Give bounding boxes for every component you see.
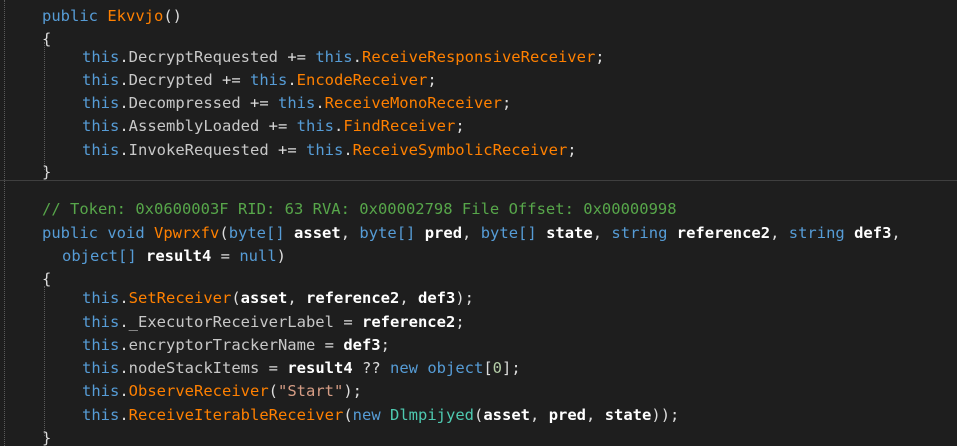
ctor-statement[interactable]: this.InvokeRequested += this.ReceiveSymb… xyxy=(82,139,577,162)
this-keyword: this xyxy=(305,141,344,159)
field-name[interactable]: _ExecutorReceiverLabel xyxy=(129,313,334,331)
arg: def3 xyxy=(418,289,456,307)
param-type: object[] xyxy=(62,247,137,265)
ctor-statement[interactable]: this.AssemblyLoaded += this.FindReceiver… xyxy=(82,115,465,138)
method-statement[interactable]: this._ExecutorReceiverLabel = reference2… xyxy=(82,311,465,334)
method-statement[interactable]: this.nodeStackItems = result4 ?? new obj… xyxy=(82,357,521,380)
this-keyword: this xyxy=(82,406,120,424)
method-statement[interactable]: this.SetReceiver(asset, reference2, def3… xyxy=(82,287,474,310)
this-keyword: this xyxy=(82,117,120,135)
ctor-statement[interactable]: this.Decompressed += this.ReceiveMonoRec… xyxy=(82,92,511,115)
default-value: null xyxy=(239,247,277,265)
arg: state xyxy=(604,406,652,424)
handler-name[interactable]: ReceiveSymbolicReceiver xyxy=(353,141,568,159)
brace: { xyxy=(42,30,52,48)
ctor-name[interactable]: Ekvvjo xyxy=(107,7,163,25)
this-keyword: this xyxy=(82,336,120,354)
this-keyword: this xyxy=(82,289,120,307)
param-name[interactable]: state xyxy=(546,224,593,242)
method-call[interactable]: SetReceiver xyxy=(129,289,232,307)
this-keyword: this xyxy=(82,48,120,66)
this-keyword: this xyxy=(250,71,288,89)
event-name[interactable]: DecryptRequested xyxy=(129,48,278,66)
method-signature[interactable]: public void Vpwrxfv(byte[] asset, byte[]… xyxy=(42,222,901,245)
indent-guide xyxy=(44,42,45,170)
ctor-open-brace: { xyxy=(42,28,51,51)
this-keyword: this xyxy=(82,71,120,89)
ctor-signature[interactable]: public Ekvvjo() xyxy=(42,5,182,28)
param-name[interactable]: def3 xyxy=(854,224,891,242)
ctor-statement[interactable]: this.DecryptRequested += this.ReceiveRes… xyxy=(82,46,605,69)
assigned-value: def3 xyxy=(343,336,381,354)
brace: } xyxy=(42,163,52,181)
method-close-brace: } xyxy=(42,427,51,446)
handler-name[interactable]: FindReceiver xyxy=(343,117,455,135)
modifier-keyword: public xyxy=(42,7,98,25)
field-name[interactable]: encryptorTrackerName xyxy=(129,336,316,354)
arg: pred xyxy=(548,406,587,424)
this-keyword: this xyxy=(277,94,316,112)
brace: } xyxy=(42,429,52,446)
this-keyword: this xyxy=(82,94,120,112)
this-keyword: this xyxy=(315,48,353,66)
param-type: byte[] xyxy=(480,224,537,242)
arg: asset xyxy=(483,406,531,424)
method-open-brace: { xyxy=(42,268,51,291)
method-statement[interactable]: this.encryptorTrackerName = def3; xyxy=(82,334,390,357)
member-separator xyxy=(0,180,957,181)
token-comment: // Token: 0x0600003F RID: 63 RVA: 0x0000… xyxy=(42,200,677,218)
param-type: string xyxy=(788,224,845,242)
assigned-value: result4 xyxy=(287,359,353,377)
param-type: byte[] xyxy=(228,224,285,242)
method-statement[interactable]: this.ObserveReceiver("Start"); xyxy=(82,380,362,403)
method-name[interactable]: Vpwrxfv xyxy=(154,224,219,242)
handler-name[interactable]: EncodeReceiver xyxy=(297,71,428,89)
param-name[interactable]: reference2 xyxy=(677,224,770,242)
method-signature-cont[interactable]: object[] result4 = null) xyxy=(62,245,286,268)
ctor-statement[interactable]: this.Decrypted += this.EncodeReceiver; xyxy=(82,69,437,92)
code-editor[interactable]: public Ekvvjo() { this.DecryptRequested … xyxy=(0,0,957,446)
handler-name[interactable]: ReceiveMonoReceiver xyxy=(325,94,502,112)
event-name[interactable]: AssemblyLoaded xyxy=(129,117,260,135)
param-name[interactable]: pred xyxy=(425,224,462,242)
this-keyword: this xyxy=(82,313,120,331)
assigned-value: reference2 xyxy=(361,313,456,331)
modifier-keyword: public xyxy=(42,224,98,242)
param-name[interactable]: asset xyxy=(294,224,341,242)
param-name[interactable]: result4 xyxy=(146,247,211,265)
indent-guide xyxy=(44,286,45,436)
method-statement[interactable]: this.ReceiveIterableReceiver(new Dlmpijy… xyxy=(82,404,679,427)
this-keyword: this xyxy=(82,141,120,159)
param-type: byte[] xyxy=(359,224,416,242)
type-name[interactable]: Dlmpijyed xyxy=(390,406,474,424)
new-keyword: new xyxy=(389,359,418,377)
method-call[interactable]: ObserveReceiver xyxy=(129,382,269,400)
indent-guide xyxy=(4,0,5,446)
number-literal: 0 xyxy=(492,359,503,377)
ctor-close-brace: } xyxy=(42,161,51,184)
event-name[interactable]: InvokeRequested xyxy=(129,141,269,159)
type-name: object xyxy=(427,359,484,377)
this-keyword: this xyxy=(82,359,120,377)
field-name[interactable]: nodeStackItems xyxy=(129,359,260,377)
arg: asset xyxy=(240,289,288,307)
punct: () xyxy=(163,7,183,25)
arg: reference2 xyxy=(306,289,400,307)
handler-name[interactable]: ReceiveResponsiveReceiver xyxy=(362,48,595,66)
method-call[interactable]: ReceiveIterableReceiver xyxy=(129,406,344,424)
this-keyword: this xyxy=(82,382,120,400)
new-keyword: new xyxy=(352,406,381,424)
event-name[interactable]: Decompressed xyxy=(129,94,241,112)
event-name[interactable]: Decrypted xyxy=(129,71,213,89)
param-type: string xyxy=(611,224,668,242)
string-literal: "Start" xyxy=(278,382,344,400)
this-keyword: this xyxy=(296,117,334,135)
return-type: void xyxy=(107,224,145,242)
brace: { xyxy=(42,270,52,288)
